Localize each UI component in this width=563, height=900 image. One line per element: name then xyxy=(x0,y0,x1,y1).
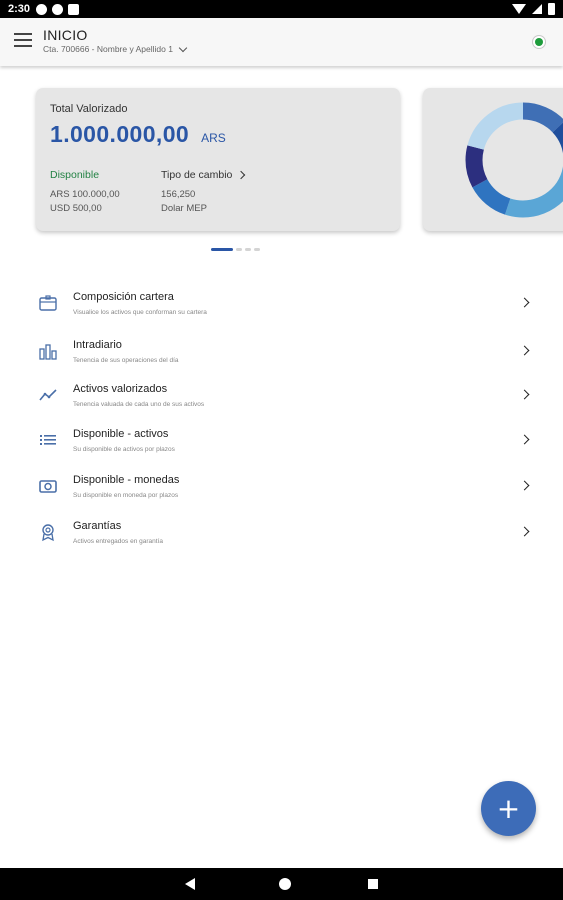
status-time: 2:30 xyxy=(8,3,31,15)
add-fab-button[interactable]: + xyxy=(481,781,536,836)
summary-card[interactable]: Total Valorizado 1.000.000,00 ARS Dispon… xyxy=(36,88,400,231)
recent-apps-icon[interactable] xyxy=(368,879,378,889)
portfolio-chart-card[interactable] xyxy=(423,88,563,231)
chevron-right-icon xyxy=(237,170,246,180)
menu-item-title: Activos valorizados xyxy=(73,383,168,395)
connection-status-icon xyxy=(532,35,546,49)
chevron-right-icon xyxy=(519,297,530,308)
battery-icon xyxy=(548,3,555,15)
menu-item-subtitle: Visualice los activos que conforman su c… xyxy=(73,309,207,316)
chevron-down-icon xyxy=(178,43,188,52)
wallet-icon xyxy=(39,295,57,311)
game-notification-icon xyxy=(52,3,64,15)
system-nav-bar xyxy=(0,868,563,900)
wifi-icon xyxy=(512,4,526,14)
total-row: 1.000.000,00 ARS xyxy=(50,121,226,148)
menu-item-title: Disponible - monedas xyxy=(73,474,180,486)
menu-item-subtitle: Tenencia valuada de cada uno de sus acti… xyxy=(73,401,205,408)
menu-item-subtitle: Su disponible de activos por plazos xyxy=(73,446,175,453)
carousel-pager xyxy=(211,248,260,251)
signal-icon xyxy=(532,4,542,14)
chevron-right-icon xyxy=(519,345,530,356)
app-bar: INICIO Cta. 700666 - Nombre y Apellido 1 xyxy=(0,18,563,66)
money-icon xyxy=(39,480,57,493)
back-icon[interactable] xyxy=(185,878,195,890)
pager-dot[interactable] xyxy=(254,248,260,251)
available-title: Disponible xyxy=(50,169,100,181)
menu-item-title: Garantías xyxy=(73,520,122,532)
app-notification-icon xyxy=(36,3,48,15)
chevron-right-icon xyxy=(519,480,530,491)
pager-dot[interactable] xyxy=(236,248,242,251)
chevron-right-icon xyxy=(519,389,530,400)
menu-item-title: Composición cartera xyxy=(73,291,174,303)
menu-item-garantias[interactable]: Garantías Activos entregados en garantía xyxy=(0,514,563,556)
bar-chart-icon xyxy=(39,344,57,360)
exchange-title: Tipo de cambio xyxy=(161,169,233,181)
exchange-value: 156,250 xyxy=(161,189,196,200)
menu-item-subtitle: Tenencia de sus operaciones del día xyxy=(73,357,179,364)
hamburger-menu-icon[interactable] xyxy=(14,33,32,47)
trending-icon xyxy=(39,389,57,401)
home-icon[interactable] xyxy=(279,878,291,890)
pager-dot[interactable] xyxy=(245,248,251,251)
list-icon xyxy=(40,435,56,445)
page-title: INICIO xyxy=(43,27,88,43)
chevron-right-icon xyxy=(519,526,530,537)
portfolio-donut-chart xyxy=(465,102,563,218)
menu-item-activos-valorizados[interactable]: Activos valorizados Tenencia valuada de … xyxy=(0,377,563,419)
total-currency: ARS xyxy=(201,131,226,145)
available-ars: ARS 100.000,00 xyxy=(50,189,120,200)
menu-item-title: Intradiario xyxy=(73,339,122,351)
exchange-desc: Dolar MEP xyxy=(161,203,207,214)
menu-item-disponible-monedas[interactable]: Disponible - monedas Su disponible en mo… xyxy=(0,468,563,510)
total-label: Total Valorizado xyxy=(50,103,128,115)
menu-item-disponible-activos[interactable]: Disponible - activos Su disponible de ac… xyxy=(0,422,563,464)
chevron-right-icon xyxy=(519,434,530,445)
available-usd: USD 500,00 xyxy=(50,203,102,214)
exchange-rate-link[interactable]: Tipo de cambio xyxy=(161,169,246,181)
menu-item-title: Disponible - activos xyxy=(73,428,169,440)
menu-item-intradiario[interactable]: Intradiario Tenencia de sus operaciones … xyxy=(0,333,563,375)
account-selector[interactable]: Cta. 700666 - Nombre y Apellido 1 xyxy=(43,43,188,54)
total-value: 1.000.000,00 xyxy=(50,121,190,147)
menu-item-subtitle: Activos entregados en garantía xyxy=(73,538,163,545)
account-label: Cta. 700666 - Nombre y Apellido 1 xyxy=(43,44,173,54)
award-icon xyxy=(42,524,54,542)
status-bar: 2:30 xyxy=(0,0,563,18)
menu-item-composicion-cartera[interactable]: Composición cartera Visualice los activo… xyxy=(0,285,563,327)
pager-dot-active[interactable] xyxy=(211,248,233,251)
sd-card-icon xyxy=(68,3,80,15)
menu-item-subtitle: Su disponible en moneda por plazos xyxy=(73,492,179,499)
